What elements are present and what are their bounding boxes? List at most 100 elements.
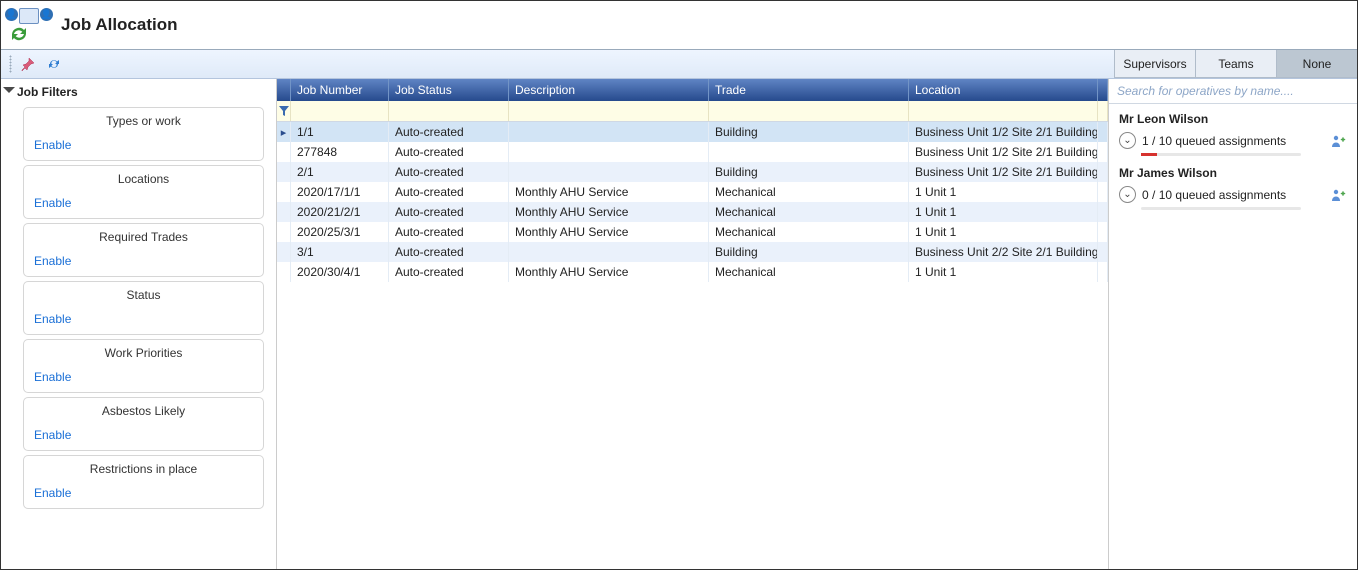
enable-link[interactable]: Enable <box>34 486 71 500</box>
people-icon: 👤 <box>5 8 18 21</box>
row-indicator <box>277 202 291 222</box>
filter-card: Types or work Enable <box>23 107 264 161</box>
table-row[interactable]: 2/1Auto-createdBuildingBusiness Unit 1/2… <box>277 162 1108 182</box>
operatives-panel: Mr Leon Wilson⌄1 / 10 queued assignments… <box>1109 79 1357 569</box>
filter-card-title: Restrictions in place <box>34 462 253 476</box>
tab-none[interactable]: None <box>1276 50 1357 78</box>
page-header: 👤 👤 Job Allocation <box>1 1 1357 50</box>
enable-link[interactable]: Enable <box>34 370 71 384</box>
cell-job-status: Auto-created <box>389 202 509 222</box>
filter-panel: Job Filters Types or workEnableLocations… <box>1 79 277 569</box>
refresh-button[interactable] <box>44 54 64 74</box>
table-row[interactable]: 277848Auto-createdBusiness Unit 1/2 Site… <box>277 142 1108 162</box>
enable-link[interactable]: Enable <box>34 428 71 442</box>
queued-label: queued assignments <box>1175 188 1286 202</box>
row-indicator: ▸ <box>277 122 291 142</box>
cell-trade: Mechanical <box>709 202 909 222</box>
cell-job-number: 2020/30/4/1 <box>291 262 389 282</box>
row-indicator <box>277 162 291 182</box>
cell-job-number: 2/1 <box>291 162 389 182</box>
cell-job-status: Auto-created <box>389 182 509 202</box>
table-row[interactable]: ▸1/1Auto-createdBuildingBusiness Unit 1/… <box>277 122 1108 142</box>
table-row[interactable]: 2020/21/2/1Auto-createdMonthly AHU Servi… <box>277 202 1108 222</box>
filter-trade[interactable] <box>709 101 909 121</box>
cell-location: 1 Unit 1 <box>909 222 1098 242</box>
grid-filter-row <box>277 101 1108 122</box>
filter-card: Restrictions in place Enable <box>23 455 264 509</box>
operative-summary-row: ⌄ 0 / 10 queued assignments <box>1119 186 1347 203</box>
cell-job-number: 2020/21/2/1 <box>291 202 389 222</box>
chevron-down-icon[interactable]: ⌄ <box>1119 132 1136 149</box>
operative-name: Mr James Wilson <box>1119 166 1347 180</box>
page-title: Job Allocation <box>61 15 178 35</box>
cell-description <box>509 242 709 262</box>
queued-capacity: 10 <box>1159 134 1172 148</box>
cell-job-number: 1/1 <box>291 122 389 142</box>
column-header-location[interactable]: Location <box>909 79 1098 101</box>
queued-progress-bar <box>1141 153 1157 156</box>
cell-job-number: 277848 <box>291 142 389 162</box>
scroll-gutter <box>1098 79 1108 101</box>
column-header-description[interactable]: Description <box>509 79 709 101</box>
people-icon-2: 👤 <box>40 8 53 21</box>
filter-job-status[interactable] <box>389 101 509 121</box>
cell-job-status: Auto-created <box>389 142 509 162</box>
filter-card-title: Work Priorities <box>34 346 253 360</box>
filter-panel-title[interactable]: Job Filters <box>3 81 268 103</box>
cell-job-status: Auto-created <box>389 262 509 282</box>
refresh-icon <box>47 57 61 71</box>
enable-link[interactable]: Enable <box>34 138 71 152</box>
operative-card: Mr James Wilson ⌄ 0 / 10 queued assignment… <box>1109 158 1357 212</box>
tab-teams[interactable]: Teams <box>1195 50 1276 78</box>
table-row[interactable]: 2020/25/3/1Auto-createdMonthly AHU Servi… <box>277 222 1108 242</box>
cell-description: Monthly AHU Service <box>509 262 709 282</box>
operative-search-input[interactable] <box>1115 83 1351 99</box>
filter-card-title: Asbestos Likely <box>34 404 253 418</box>
cell-job-status: Auto-created <box>389 242 509 262</box>
queued-progress <box>1141 153 1301 156</box>
cell-job-number: 2020/25/3/1 <box>291 222 389 242</box>
column-header-job-number[interactable]: Job Number <box>291 79 389 101</box>
tab-supervisors[interactable]: Supervisors <box>1114 50 1195 78</box>
assign-icon[interactable] <box>1331 134 1347 148</box>
cell-description: Monthly AHU Service <box>509 222 709 242</box>
filter-description[interactable] <box>509 101 709 121</box>
assign-icon[interactable] <box>1331 188 1347 202</box>
filter-location[interactable] <box>909 101 1098 121</box>
enable-link[interactable]: Enable <box>34 312 71 326</box>
job-grid: Job Number Job Status Description Trade … <box>277 79 1109 569</box>
grid-body[interactable]: ▸1/1Auto-createdBuildingBusiness Unit 1/… <box>277 122 1108 569</box>
chevron-down-icon[interactable]: ⌄ <box>1119 186 1136 203</box>
cell-description <box>509 162 709 182</box>
pin-button[interactable] <box>18 54 38 74</box>
filter-card-title: Types or work <box>34 114 253 128</box>
cell-description: Monthly AHU Service <box>509 202 709 222</box>
filter-icon[interactable] <box>277 101 291 121</box>
row-indicator <box>277 142 291 162</box>
cell-location: 1 Unit 1 <box>909 202 1098 222</box>
operative-queued-stats: 0 / 10 queued assignments <box>1142 188 1286 202</box>
toolbar-grip <box>9 55 12 73</box>
filter-card: LocationsEnable <box>23 165 264 219</box>
row-indicator <box>277 262 291 282</box>
cell-description: Monthly AHU Service <box>509 182 709 202</box>
queued-count: 0 <box>1142 188 1149 202</box>
queued-capacity: 10 <box>1159 188 1172 202</box>
toolbar: Supervisors Teams None <box>1 50 1357 79</box>
column-header-trade[interactable]: Trade <box>709 79 909 101</box>
enable-link[interactable]: Enable <box>34 196 71 210</box>
table-row[interactable]: 2020/30/4/1Auto-createdMonthly AHU Servi… <box>277 262 1108 282</box>
cell-description <box>509 122 709 142</box>
filter-card-title: Status <box>34 288 253 302</box>
operative-summary-row: ⌄1 / 10 queued assignments <box>1119 132 1347 149</box>
cell-job-number: 2020/17/1/1 <box>291 182 389 202</box>
cell-job-status: Auto-created <box>389 222 509 242</box>
cell-description <box>509 142 709 162</box>
cell-location: Business Unit 1/2 Site 2/1 Building 1 <box>909 162 1098 182</box>
cell-trade: Mechanical <box>709 182 909 202</box>
table-row[interactable]: 3/1Auto-createdBuildingBusiness Unit 2/2… <box>277 242 1108 262</box>
table-row[interactable]: 2020/17/1/1Auto-createdMonthly AHU Servi… <box>277 182 1108 202</box>
filter-job-number[interactable] <box>291 101 389 121</box>
enable-link[interactable]: Enable <box>34 254 71 268</box>
column-header-job-status[interactable]: Job Status <box>389 79 509 101</box>
